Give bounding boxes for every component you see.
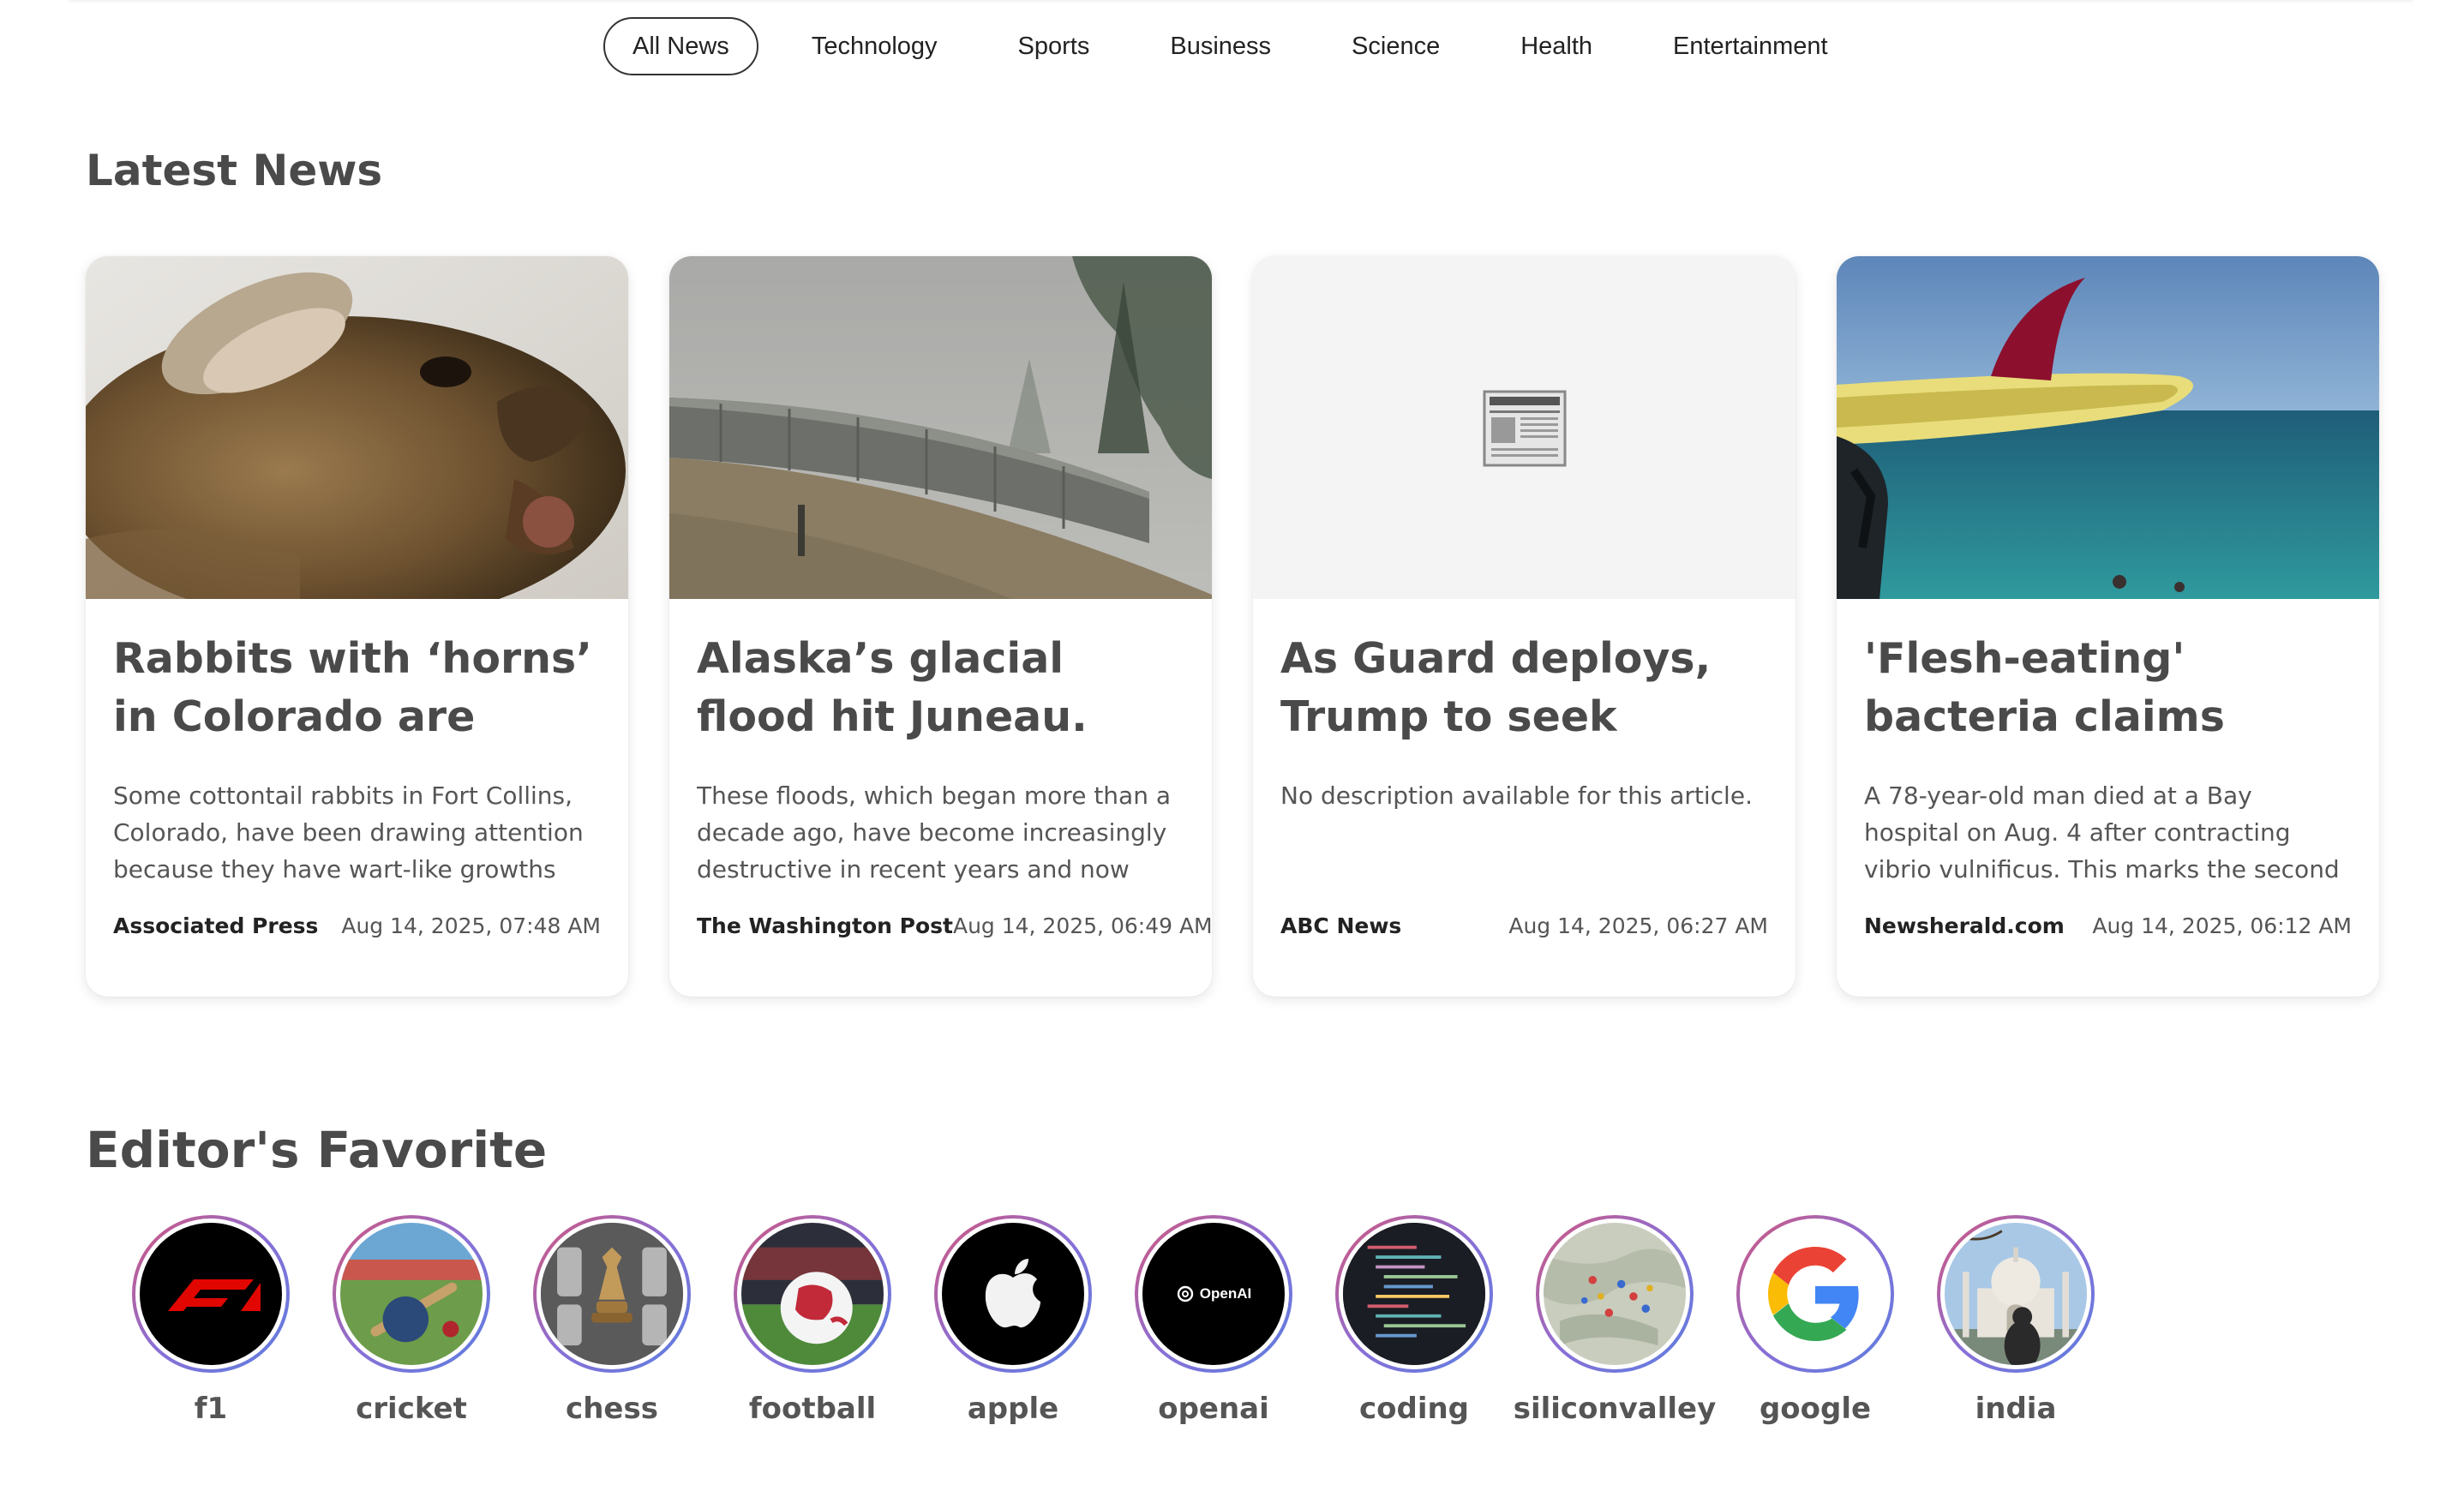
openai-logo-icon: OpenAI	[1142, 1223, 1285, 1365]
tab-science[interactable]: Science	[1324, 17, 1467, 75]
card-title[interactable]: 'Flesh-eating' bacteria claims second Ba…	[1864, 630, 2352, 746]
card-title[interactable]: As Guard deploys, Trump to seek 'long-..…	[1280, 630, 1768, 746]
card-date: Aug 14, 2025, 06:12 AM	[2092, 913, 2352, 938]
card-description: These floods, which began more than a de…	[697, 781, 1172, 883]
football-icon	[741, 1223, 884, 1365]
tab-business[interactable]: Business	[1142, 17, 1298, 75]
favorite-google[interactable]: google	[1704, 1215, 1927, 1426]
newspaper-placeholder-icon	[1483, 390, 1567, 467]
card-source: Newsherald.com	[1864, 913, 2065, 938]
tab-health[interactable]: Health	[1493, 17, 1620, 75]
surfboard-beach-photo	[1837, 256, 2379, 599]
map-icon	[1544, 1223, 1686, 1365]
favorite-label: siliconvalley	[1513, 1392, 1717, 1426]
news-card[interactable]: Rabbits with ‘horns’ in Colorado are bei…	[86, 256, 628, 997]
card-date: Aug 14, 2025, 07:48 AM	[341, 913, 601, 938]
chess-icon	[541, 1223, 683, 1365]
card-date: Aug 14, 2025, 06:27 AM	[1508, 913, 1768, 938]
openai-wordmark: OpenAI	[1199, 1285, 1252, 1302]
favorite-label: india	[1975, 1392, 2057, 1426]
cricket-icon	[340, 1223, 483, 1365]
card-source: ABC News	[1280, 913, 1402, 938]
editors-favorite-heading: Editor's Favorite	[86, 1121, 548, 1179]
card-footer: Associated Press Aug 14, 2025, 07:48 AM	[113, 913, 601, 938]
card-footer: ABC News Aug 14, 2025, 06:27 AM	[1280, 913, 1768, 938]
card-title[interactable]: Alaska’s glacial flood hit Juneau. Its..…	[697, 630, 1184, 746]
card-date: Aug 14, 2025, 06:49 AM	[952, 913, 1212, 938]
favorite-label: football	[748, 1392, 877, 1426]
favorite-label: f1	[194, 1392, 228, 1426]
favorite-label: chess	[566, 1392, 658, 1426]
card-footer: The Washington Post Aug 14, 2025, 06:49 …	[697, 913, 1212, 938]
news-card[interactable]: As Guard deploys, Trump to seek 'long-..…	[1253, 256, 1796, 997]
card-source: Associated Press	[113, 913, 319, 938]
top-divider	[69, 0, 2413, 3]
tab-technology[interactable]: Technology	[784, 17, 965, 75]
favorite-label: google	[1759, 1392, 1872, 1426]
image-placeholder	[1253, 256, 1796, 599]
card-description: Some cottontail rabbits in Fort Collins,…	[113, 781, 584, 883]
favorite-openai[interactable]: OpenAI openai	[1102, 1215, 1325, 1426]
latest-news-heading: Latest News	[86, 146, 383, 195]
news-card-list: Rabbits with ‘horns’ in Colorado are bei…	[86, 256, 2379, 997]
google-logo-icon	[1744, 1223, 1886, 1365]
category-tabs: All News Technology Sports Business Scie…	[603, 15, 1881, 77]
favorite-f1[interactable]: f1	[99, 1215, 322, 1426]
f1-logo-icon	[140, 1223, 282, 1365]
card-title[interactable]: Rabbits with ‘horns’ in Colorado are bei…	[113, 630, 601, 746]
card-source: The Washington Post	[697, 913, 953, 938]
favorite-chess[interactable]: chess	[501, 1215, 723, 1426]
apple-logo-icon	[942, 1223, 1084, 1365]
taj-mahal-icon	[1945, 1223, 2087, 1365]
rabbit-photo	[86, 256, 628, 599]
news-card[interactable]: 'Flesh-eating' bacteria claims second Ba…	[1837, 256, 2379, 997]
favorite-siliconvalley[interactable]: siliconvalley	[1503, 1215, 1726, 1426]
code-screen-icon	[1343, 1223, 1485, 1365]
favorite-label: apple	[967, 1392, 1059, 1426]
favorite-label: cricket	[356, 1392, 467, 1426]
card-description: No description available for this articl…	[1280, 781, 1753, 810]
favorite-india[interactable]: india	[1904, 1215, 2127, 1426]
news-card[interactable]: Alaska’s glacial flood hit Juneau. Its..…	[669, 256, 1212, 997]
card-footer: Newsherald.com Aug 14, 2025, 06:12 AM	[1864, 913, 2352, 938]
favorite-coding[interactable]: coding	[1303, 1215, 1526, 1426]
favorite-label: openai	[1158, 1392, 1269, 1426]
favorite-apple[interactable]: apple	[902, 1215, 1124, 1426]
card-description: A 78-year-old man died at a Bay hospital…	[1864, 781, 2340, 883]
favorites-list: f1 cricket chess football apple OpenAI o…	[99, 1215, 2127, 1426]
favorite-cricket[interactable]: cricket	[300, 1215, 523, 1426]
favorite-football[interactable]: football	[701, 1215, 924, 1426]
flood-barrier-photo	[669, 256, 1212, 599]
favorite-label: coding	[1358, 1392, 1470, 1426]
tab-all-news[interactable]: All News	[603, 17, 758, 75]
tab-sports[interactable]: Sports	[991, 17, 1118, 75]
tab-entertainment[interactable]: Entertainment	[1646, 17, 1855, 75]
